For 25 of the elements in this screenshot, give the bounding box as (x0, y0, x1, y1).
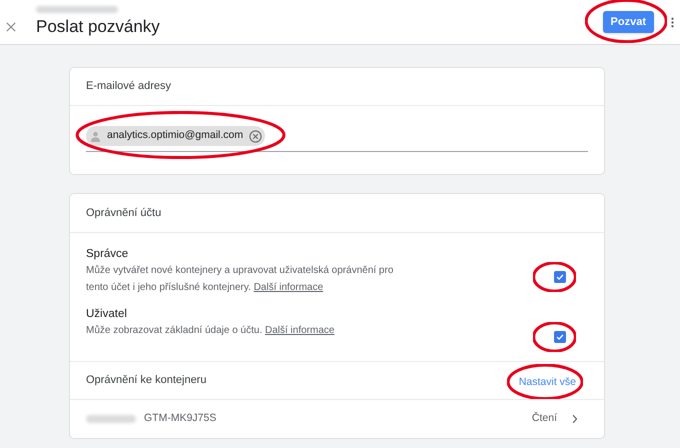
section-title: Oprávnění ke kontejneru (86, 373, 208, 388)
blurred-text (86, 415, 136, 423)
learn-more-link[interactable]: Další informace (254, 282, 324, 293)
checkmark-icon (555, 332, 565, 342)
person-icon (90, 130, 101, 142)
close-icon[interactable] (6, 22, 16, 32)
checkbox[interactable] (554, 271, 566, 283)
email-address: analytics.optimio@gmail.com (107, 128, 244, 144)
role-description: Může zobrazovat základní údaje o účtu. Další informace (86, 324, 336, 338)
checkmark-icon (555, 272, 565, 282)
learn-more-link[interactable]: Další informace (265, 325, 334, 336)
section-title: E-mailové adresy (86, 79, 171, 94)
role-name: Správce (86, 247, 130, 262)
chevron-right-icon (572, 414, 578, 424)
container-id: GTM-MK9J75S (144, 411, 218, 426)
dialog-title: Poslat pozvánky (36, 16, 160, 38)
permission-label: Čtení (532, 411, 557, 426)
role-name: Uživatel (86, 307, 128, 322)
invite-button[interactable]: Pozvat (602, 11, 654, 33)
remove-icon[interactable] (249, 130, 262, 142)
section-title: Oprávnění účtu (86, 206, 162, 221)
role-description: Může vytvářet nové kontejnery a upravovat uživatelská oprávnění pro tento účet i jeho příslušné kontejnery. Další informace (86, 264, 394, 295)
container-row[interactable]: GTM-MK9J75S Čtení (70, 400, 604, 438)
more-icon[interactable] (671, 16, 674, 28)
checkbox[interactable] (554, 331, 566, 343)
